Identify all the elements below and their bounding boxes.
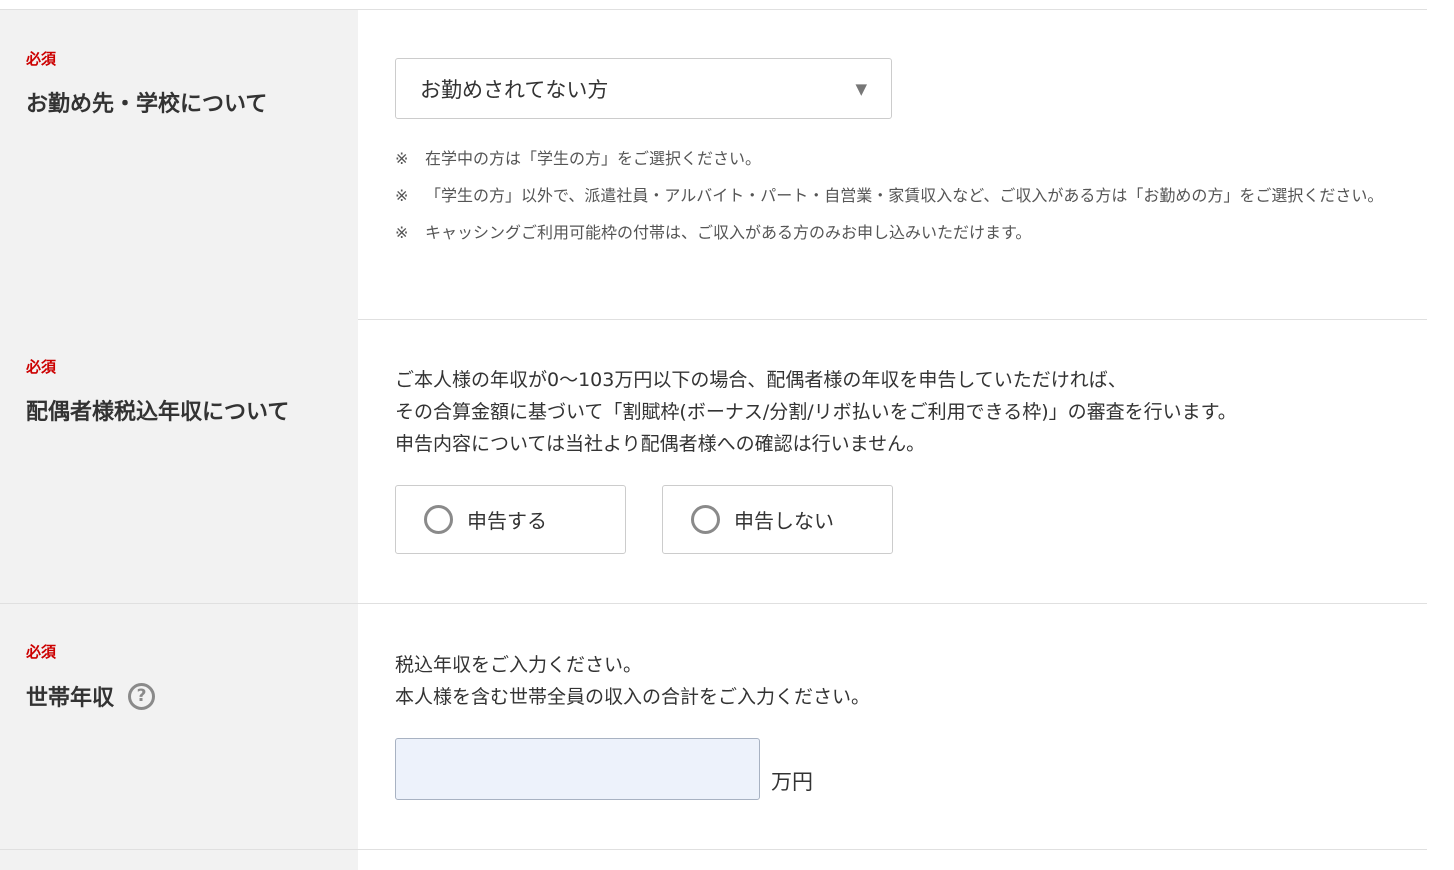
radio-not-declare-label: 申告しない — [734, 509, 834, 533]
household-income-section: 必須 世帯年収 ? 税込年収をご入力ください。 本人様を含む世帯全員の収入の合計… — [0, 604, 1427, 850]
note-mark: ※ — [395, 149, 409, 168]
next-section-content — [358, 850, 1427, 870]
description-line: 申告内容については当社より配偶者様への確認は行いません。 — [395, 433, 926, 455]
spouse-income-content: ご本人様の年収が0〜103万円以下の場合、配偶者様の年収を申告していただければ、… — [358, 319, 1427, 603]
next-section — [0, 850, 1427, 870]
spouse-income-description: ご本人様の年収が0〜103万円以下の場合、配偶者様の年収を申告していただければ、… — [395, 364, 1237, 460]
employment-select-value: お勤めされてない方 — [420, 77, 609, 102]
note-mark: ※ — [395, 223, 409, 242]
employment-select[interactable]: お勤めされてない方 ▼ — [395, 58, 892, 119]
household-income-input[interactable] — [395, 738, 760, 800]
chevron-down-icon: ▼ — [855, 79, 867, 98]
employment-section: 必須 お勤め先・学校について お勤めされてない方 ▼ ※ 在学中の方は「学生の方… — [0, 9, 1427, 320]
next-section-label-column — [0, 850, 358, 870]
description-line: 税込年収をご入力ください。 — [395, 654, 643, 676]
required-badge: 必須 — [26, 50, 57, 68]
note-item: ※ 「学生の方」以外で、派遣社員・アルバイト・パート・自営業・家賃収入など、ご収… — [395, 182, 1425, 209]
household-income-description: 税込年収をご入力ください。 本人様を含む世帯全員の収入の合計をご入力ください。 — [395, 649, 870, 713]
note-text: キャッシングご利用可能枠の付帯は、ご収入がある方のみお申し込みいただけます。 — [425, 223, 1032, 242]
spouse-income-title: 配偶者様税込年収について — [26, 400, 290, 425]
note-item: ※ 在学中の方は「学生の方」をご選択ください。 — [395, 145, 1425, 172]
employment-label-column: 必須 お勤め先・学校について — [0, 10, 358, 319]
description-line: その合算金額に基づいて「割賦枠(ボーナス/分割/リボ払いをご利用できる枠)」の審… — [395, 401, 1237, 423]
household-income-label-column: 必須 世帯年収 ? — [0, 604, 358, 849]
radio-declare-label: 申告する — [467, 509, 547, 533]
income-unit: 万円 — [771, 770, 813, 794]
employment-notes: ※ 在学中の方は「学生の方」をご選択ください。 ※ 「学生の方」以外で、派遣社員… — [395, 145, 1425, 256]
required-badge: 必須 — [26, 358, 57, 376]
household-income-title-row: 世帯年収 ? — [26, 680, 156, 712]
radio-declare[interactable]: 申告する — [395, 485, 626, 554]
note-mark: ※ — [395, 186, 409, 205]
employment-content: お勤めされてない方 ▼ ※ 在学中の方は「学生の方」をご選択ください。 ※ 「学… — [358, 10, 1427, 319]
household-income-content: 税込年収をご入力ください。 本人様を含む世帯全員の収入の合計をご入力ください。 … — [358, 604, 1427, 849]
employment-title: お勤め先・学校について — [26, 92, 268, 117]
note-item: ※ キャッシングご利用可能枠の付帯は、ご収入がある方のみお申し込みいただけます。 — [395, 219, 1425, 246]
question-circle-icon[interactable]: ? — [128, 682, 156, 710]
description-line: 本人様を含む世帯全員の収入の合計をご入力ください。 — [395, 686, 871, 708]
application-form: 必須 お勤め先・学校について お勤めされてない方 ▼ ※ 在学中の方は「学生の方… — [0, 0, 1454, 870]
note-text: 「学生の方」以外で、派遣社員・アルバイト・パート・自営業・家賃収入など、ご収入が… — [425, 186, 1384, 205]
household-income-title: 世帯年収 — [26, 686, 115, 711]
spouse-income-label-column: 必須 配偶者様税込年収について — [0, 319, 358, 603]
description-line: ご本人様の年収が0〜103万円以下の場合、配偶者様の年収を申告していただければ、 — [395, 369, 1127, 391]
spouse-income-section: 必須 配偶者様税込年収について ご本人様の年収が0〜103万円以下の場合、配偶者… — [0, 319, 1427, 604]
radio-circle-icon — [691, 505, 720, 534]
radio-circle-icon — [424, 505, 453, 534]
radio-not-declare[interactable]: 申告しない — [662, 485, 893, 554]
note-text: 在学中の方は「学生の方」をご選択ください。 — [425, 149, 762, 168]
required-badge: 必須 — [26, 643, 57, 661]
